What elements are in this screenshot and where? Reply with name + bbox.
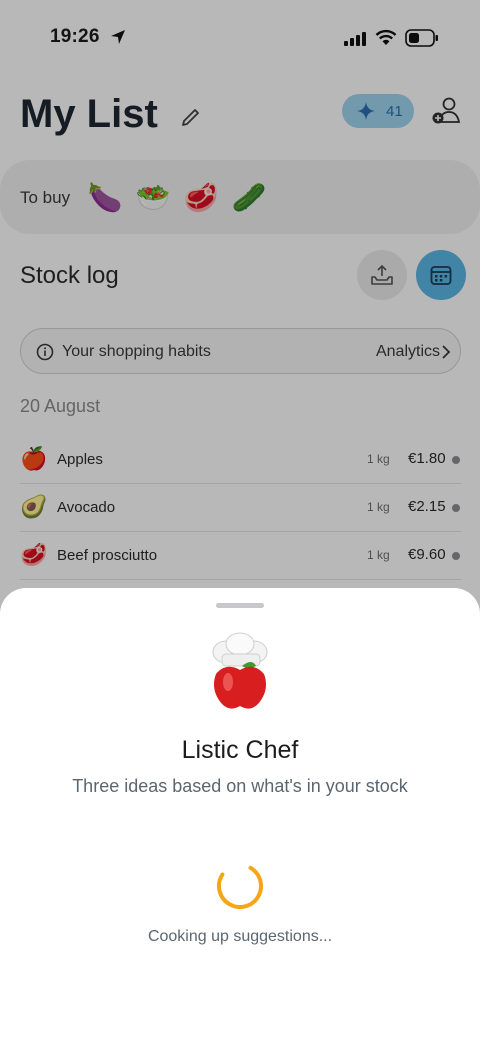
item-quantity: 1 kg [367,500,390,514]
stock-row[interactable]: 🥩 Beef prosciutto 1 kg €9.60 [20,532,461,580]
status-dot [452,504,460,512]
page-title: My List [20,92,158,136]
shopping-habits-bar[interactable]: Your shopping habits Analytics [20,328,461,374]
ai-credits-button[interactable]: 41 [342,94,414,128]
item-name: Apples [57,451,103,468]
calendar-icon [430,266,452,285]
meat-icon: 🥩 [183,180,219,214]
stock-log-title: Stock log [20,262,119,289]
chef-bottom-sheet: Listic Chef Three ideas based on what's … [0,588,480,1043]
header: My List 41 [20,92,465,142]
status-dot [452,552,460,560]
battery-icon [405,29,438,47]
signal-icon [344,32,366,46]
shopping-habits-label: Your shopping habits [62,343,211,360]
date-heading: 20 August [20,396,101,416]
to-buy-items: 🍆 🥗 🥩 🥒 [86,178,268,216]
analytics-link[interactable]: Analytics [376,343,440,361]
edit-pencil-icon[interactable] [180,106,202,128]
loading-text: Cooking up suggestions... [147,928,333,945]
wifi-icon [375,29,397,45]
avocado-icon: 🥑 [20,495,48,520]
sheet-subtitle: Three ideas based on what's in your stoc… [72,776,408,796]
sheet-grabber[interactable] [216,603,264,608]
salad-icon: 🥗 [135,180,171,214]
item-price: €1.80 [408,450,446,467]
cucumber-icon: 🥒 [231,180,267,214]
item-name: Beef prosciutto [57,547,158,564]
apple-icon: 🍎 [20,447,48,472]
item-price: €2.15 [408,498,446,515]
to-buy-label: To buy [20,188,71,207]
location-arrow-icon [111,30,125,44]
item-price: €9.60 [408,546,446,563]
sheet-title: Listic Chef [181,736,299,764]
credits-count: 41 [386,103,403,120]
sparkle-icon [357,102,375,120]
item-quantity: 1 kg [367,452,390,466]
loading-spinner-icon [217,863,263,909]
item-name: Avocado [57,499,116,516]
status-time: 19:26 [50,26,100,47]
calendar-button[interactable] [416,250,466,300]
info-icon [36,343,54,361]
to-buy-card[interactable]: To buy 🍆 🥗 🥩 🥒 [0,160,480,234]
status-bar: 19:26 [0,0,480,72]
chevron-right-icon [442,345,451,359]
stock-list: 🍎 Apples 1 kg €1.80 🥑 Avocado 1 kg €2.15… [20,436,461,580]
stock-row[interactable]: 🍎 Apples 1 kg €1.80 [20,436,461,484]
add-user-icon[interactable] [430,96,462,126]
item-quantity: 1 kg [367,548,390,562]
export-button[interactable] [357,250,407,300]
status-dot [452,456,460,464]
stock-row[interactable]: 🥑 Avocado 1 kg €2.15 [20,484,461,532]
chef-apple-icon [212,632,268,709]
inbox-export-icon [371,264,393,285]
meat-icon: 🥩 [20,543,48,568]
eggplant-icon: 🍆 [87,180,123,214]
